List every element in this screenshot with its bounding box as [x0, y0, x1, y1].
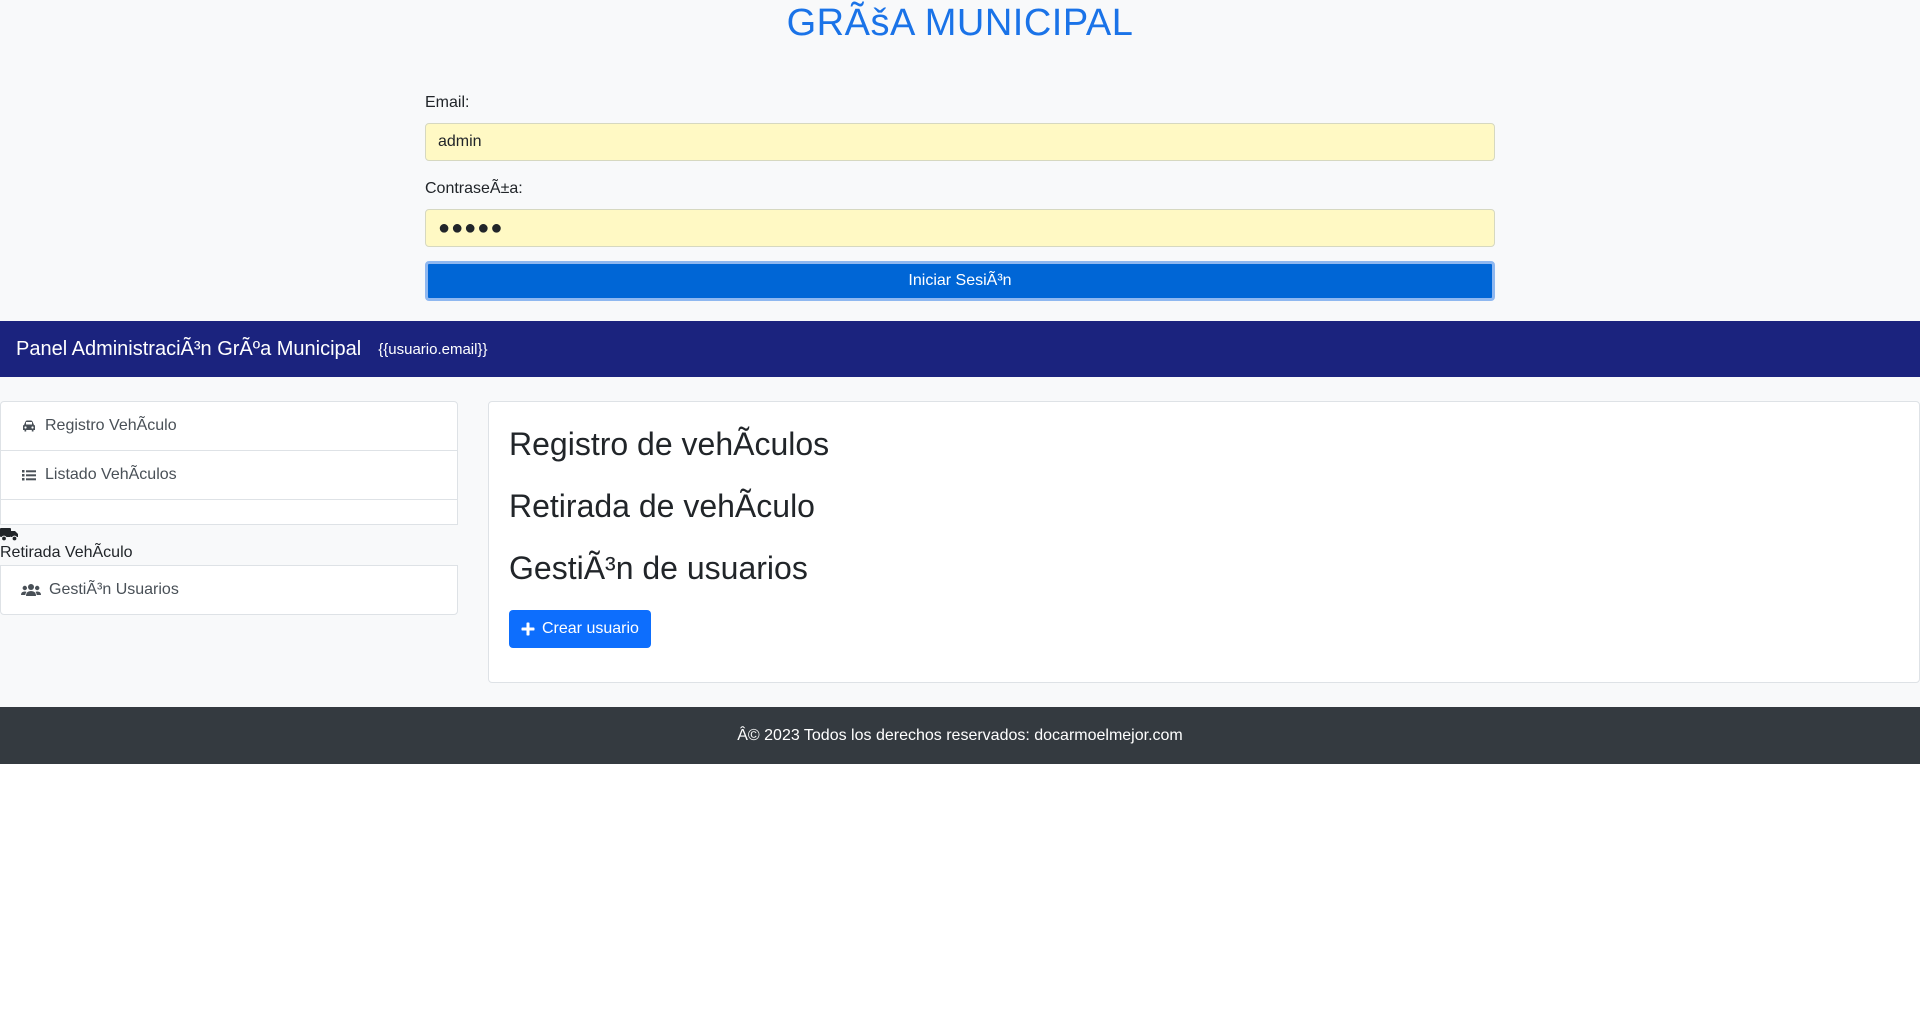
- car-icon: [23, 420, 35, 432]
- sidebar-item-registro-vehiculo[interactable]: Registro VehÃculo: [0, 401, 458, 451]
- sidebar-item-empty[interactable]: [0, 499, 458, 525]
- sidebar-item-label: GestiÃ³n Usuarios: [49, 581, 179, 598]
- password-value: ●●●●●: [438, 216, 504, 239]
- heading-gestion-usuarios: GestiÃ³n de usuarios: [509, 550, 808, 586]
- login-button[interactable]: Iniciar SesiÃ³n: [425, 261, 1495, 301]
- sidebar-item-gestion-usuarios[interactable]: GestiÃ³n Usuarios: [0, 565, 458, 615]
- navbar-brand[interactable]: Panel AdministraciÃ³n GrÃºa Municipal: [16, 338, 361, 361]
- login-section: GRÃšA MUNICIPAL Email: admin ContraseÃ±a…: [0, 0, 1920, 321]
- email-label: Email:: [425, 94, 470, 111]
- sidebar-item-label: Registro VehÃculo: [45, 417, 177, 434]
- footer-text: Â© 2023 Todos los derechos reservados: d…: [737, 726, 1183, 744]
- navbar-user-email: {{usuario.email}}: [378, 340, 488, 358]
- main-area: Registro VehÃculo Listado VehÃculos Reti…: [0, 377, 1920, 707]
- sidebar-item-listado-vehiculos[interactable]: Listado VehÃculos: [0, 450, 458, 500]
- heading-registro-vehiculos: Registro de vehÃculos: [509, 426, 830, 462]
- plus-icon: [521, 622, 535, 636]
- email-field[interactable]: admin: [425, 123, 1495, 161]
- sidebar-item-retirada-vehiculo[interactable]: Retirada VehÃculo: [0, 544, 133, 562]
- create-user-button[interactable]: Crear usuario: [509, 610, 651, 648]
- truck-icon: [0, 528, 18, 542]
- password-field[interactable]: ●●●●●: [425, 209, 1495, 247]
- email-value: admin: [438, 133, 482, 150]
- footer: Â© 2023 Todos los derechos reservados: d…: [0, 707, 1920, 764]
- heading-retirada-vehiculo: Retirada de vehÃculo: [509, 488, 815, 524]
- create-user-label: Crear usuario: [542, 620, 639, 637]
- content-card: Registro de vehÃculos Retirada de vehÃcu…: [488, 401, 1920, 683]
- sidebar-item-label: Listado VehÃculos: [45, 466, 177, 483]
- password-label: ContraseÃ±a:: [425, 180, 523, 197]
- app-title: GRÃšA MUNICIPAL: [786, 2, 1134, 44]
- admin-navbar: Panel AdministraciÃ³n GrÃºa Municipal {{…: [0, 321, 1920, 377]
- list-icon: [22, 470, 36, 481]
- users-icon: [21, 584, 41, 596]
